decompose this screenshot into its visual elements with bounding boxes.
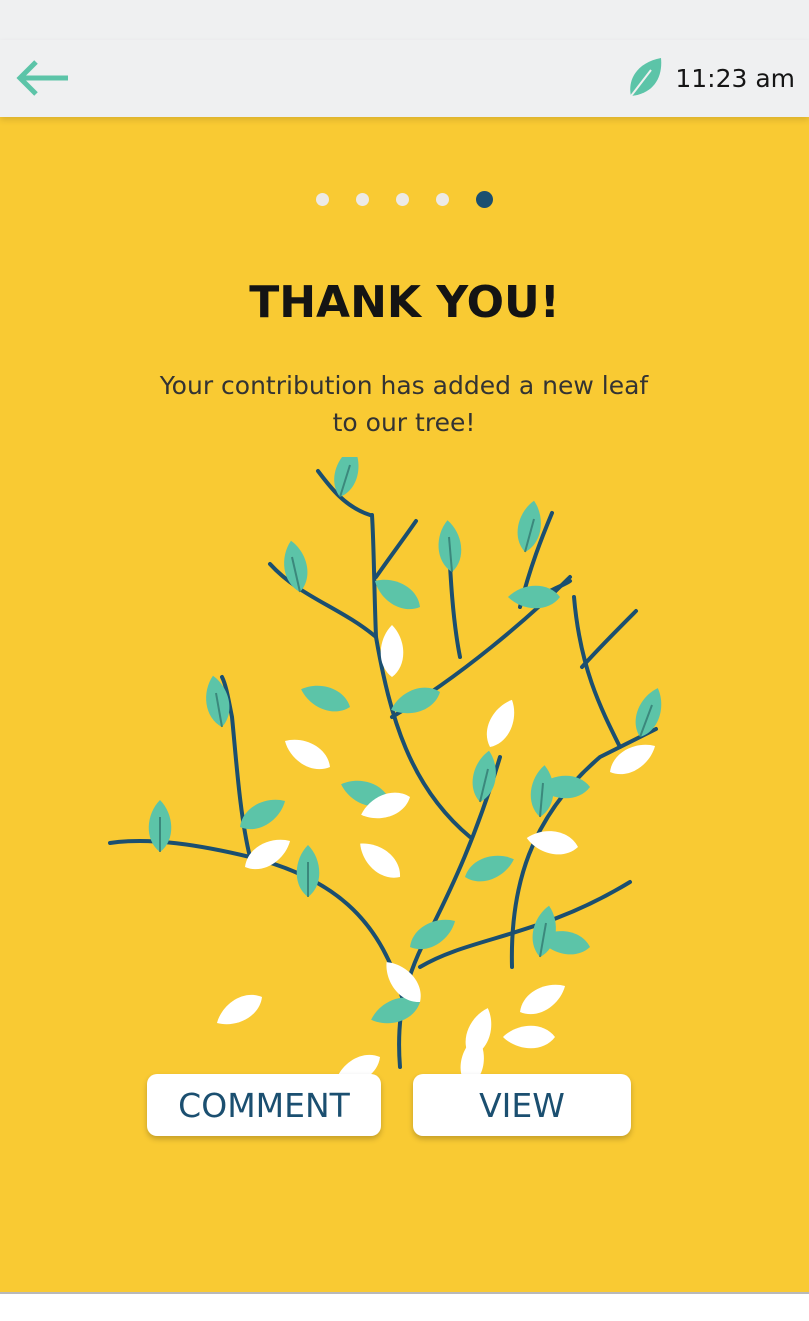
status-area: 11:23 am xyxy=(625,54,795,102)
leaf-icon xyxy=(630,58,662,97)
status-bar-strip xyxy=(0,0,809,40)
clock-time: 11:23 am xyxy=(675,63,795,93)
pager-dot[interactable] xyxy=(436,193,449,206)
app-header: 11:23 am xyxy=(0,40,809,117)
back-button[interactable] xyxy=(10,54,74,102)
pager-dot[interactable] xyxy=(356,193,369,206)
view-button[interactable]: VIEW xyxy=(413,1074,631,1136)
page-title: THANK YOU! xyxy=(249,277,560,328)
tree-illustration xyxy=(108,457,669,1077)
main-panel: THANK YOU! Your contribution has added a… xyxy=(0,117,809,1292)
message-line-2: to our tree! xyxy=(332,408,476,437)
pager-dots xyxy=(0,191,809,208)
message-line-1: Your contribution has added a new leaf xyxy=(159,371,649,400)
pager-dot[interactable] xyxy=(396,193,409,206)
arrow-left-icon xyxy=(16,60,68,96)
pager-dot-active[interactable] xyxy=(476,191,493,208)
comment-button[interactable]: COMMENT xyxy=(147,1074,381,1136)
message-text: Your contribution has added a new leaf t… xyxy=(104,367,704,441)
bottom-divider xyxy=(0,1292,809,1294)
pager-dot[interactable] xyxy=(316,193,329,206)
